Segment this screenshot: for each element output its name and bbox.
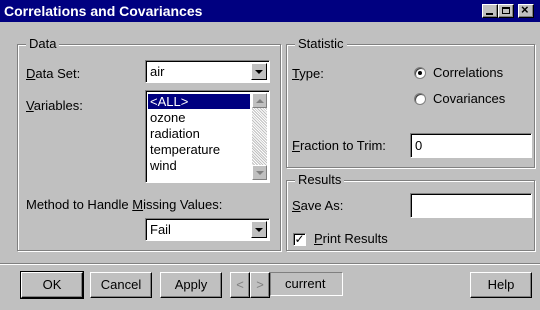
footer-separator <box>0 263 540 265</box>
print-results-checkbox[interactable]: ✓ <box>293 233 306 246</box>
ok-button[interactable]: OK <box>20 271 84 299</box>
maximize-button[interactable] <box>498 4 514 18</box>
scroll-down-button[interactable] <box>252 165 267 180</box>
variables-item-all[interactable]: <ALL> <box>148 94 250 109</box>
window-title: Correlations and Covariances <box>4 3 203 19</box>
variables-item-wind[interactable]: wind <box>148 158 177 173</box>
dataset-label: Data Set: <box>26 66 81 81</box>
correlations-radio[interactable] <box>414 67 426 79</box>
variables-item-temperature[interactable]: temperature <box>148 142 220 157</box>
print-results-label[interactable]: Print Results <box>314 231 388 246</box>
missing-values-dropdown-button[interactable] <box>251 221 267 238</box>
dataset-dropdown-button[interactable] <box>251 63 267 80</box>
variables-listbox[interactable]: <ALL> ozone radiation temperature wind <box>145 90 270 183</box>
dialog-window: Correlations and Covariances × Data Data… <box>0 0 540 310</box>
minimize-icon <box>486 13 493 15</box>
missing-values-select-value: Fail <box>150 222 171 237</box>
save-as-input[interactable] <box>410 193 532 218</box>
chevron-down-icon <box>255 70 263 74</box>
fraction-trim-value: 0 <box>415 138 423 153</box>
next-button[interactable]: > <box>250 272 270 298</box>
save-as-label: Save As: <box>292 198 344 213</box>
apply-button[interactable]: Apply <box>160 272 222 298</box>
chevron-up-icon <box>256 99 264 103</box>
chevron-down-icon <box>256 171 264 175</box>
fraction-trim-label: Fraction to Trim: <box>292 138 386 153</box>
dataset-select-value: air <box>150 64 165 79</box>
missing-values-label: Method to Handle Missing Values: <box>26 197 223 212</box>
title-bar[interactable]: Correlations and Covariances × <box>0 0 540 22</box>
dataset-select[interactable]: air <box>145 60 270 83</box>
scroll-up-button[interactable] <box>252 93 267 108</box>
current-field[interactable]: current <box>270 272 343 296</box>
help-button[interactable]: Help <box>470 272 532 298</box>
fraction-trim-input[interactable]: 0 <box>410 133 532 158</box>
previous-button[interactable]: < <box>230 272 250 298</box>
close-icon: × <box>521 2 529 17</box>
variables-item-radiation[interactable]: radiation <box>148 126 200 141</box>
missing-values-select[interactable]: Fail <box>145 218 270 241</box>
minimize-button[interactable] <box>482 4 498 18</box>
variables-item-ozone[interactable]: ozone <box>148 110 185 125</box>
variables-label: Variables: <box>26 98 83 113</box>
type-label: Type: <box>292 66 324 81</box>
maximize-icon <box>502 7 510 14</box>
chevron-down-icon <box>255 228 263 232</box>
data-group-legend: Data <box>26 36 60 51</box>
correlations-option-label[interactable]: Correlations <box>433 65 503 80</box>
check-icon: ✓ <box>294 232 305 246</box>
covariances-option-label[interactable]: Covariances <box>433 91 505 106</box>
close-button[interactable]: × <box>518 2 534 18</box>
statistic-group-legend: Statistic <box>295 36 347 51</box>
cancel-button[interactable]: Cancel <box>90 272 152 298</box>
covariances-radio[interactable] <box>414 93 426 105</box>
variables-scrollbar[interactable] <box>252 93 267 180</box>
results-group-legend: Results <box>295 172 345 187</box>
